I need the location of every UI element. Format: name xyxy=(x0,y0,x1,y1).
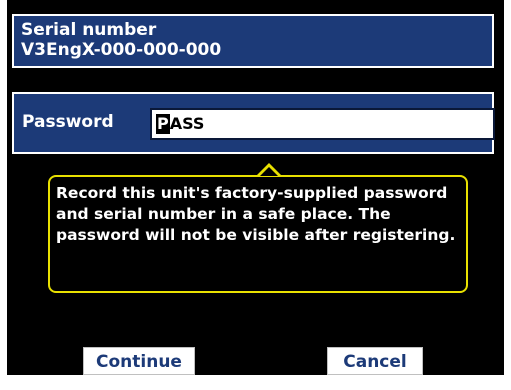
registration-screen: Serial number V3EngX-000-000-000 Passwor… xyxy=(0,0,511,390)
password-label: Password xyxy=(22,112,114,132)
cancel-button[interactable]: Cancel xyxy=(327,347,423,375)
serial-number-box: Serial number V3EngX-000-000-000 xyxy=(12,14,494,68)
serial-number-value: V3EngX-000-000-000 xyxy=(21,40,222,60)
serial-number-label: Serial number xyxy=(21,20,157,40)
tooltip-pointer-fill xyxy=(260,167,278,176)
screen-panel: Serial number V3EngX-000-000-000 Passwor… xyxy=(7,0,504,375)
tooltip-text: Record this unit's factory-supplied pass… xyxy=(56,184,456,244)
password-value: ASS xyxy=(169,114,205,133)
password-box: Password P ASS xyxy=(12,92,495,154)
password-field[interactable]: P ASS xyxy=(150,108,495,140)
info-tooltip: Record this unit's factory-supplied pass… xyxy=(48,175,468,293)
text-cursor: P xyxy=(156,114,170,134)
continue-button[interactable]: Continue xyxy=(83,347,195,375)
